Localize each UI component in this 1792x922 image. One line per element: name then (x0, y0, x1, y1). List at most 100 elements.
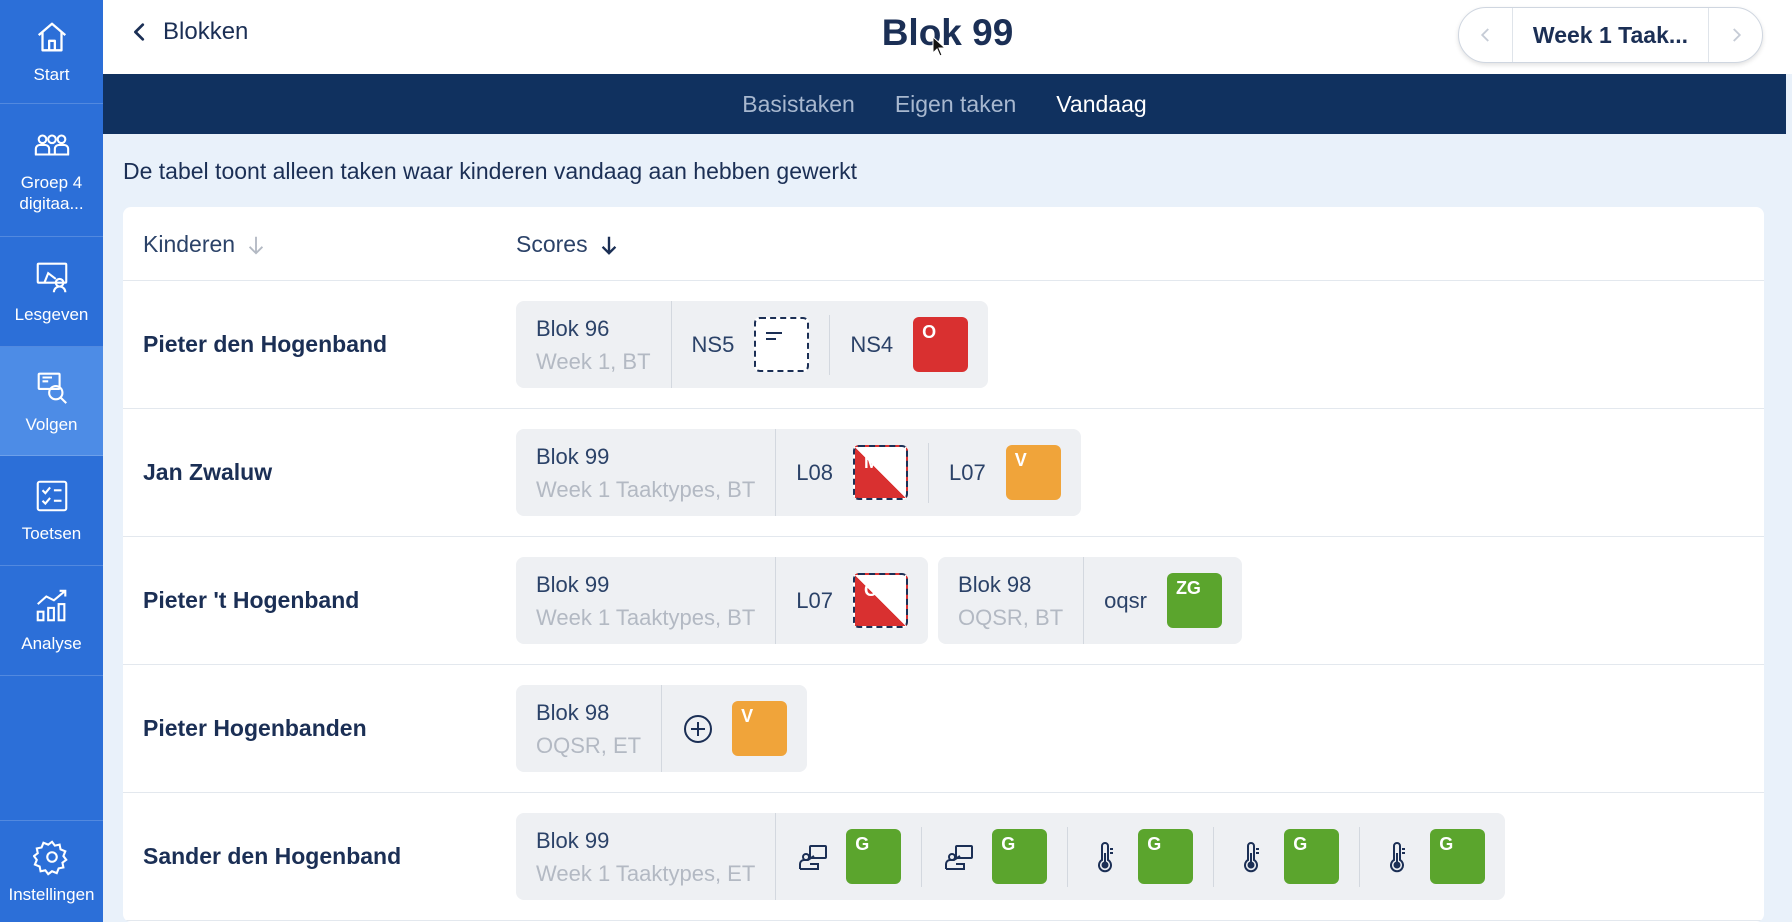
child-name[interactable]: Pieter 't Hogenband (143, 537, 359, 664)
score-group: Blok 99 Week 1 Taaktypes, ET G G G G G (516, 813, 1506, 900)
score-badge-label: G (1001, 834, 1016, 854)
home-icon (37, 22, 66, 52)
table-row: Pieter den Hogenband Blok 96 Week 1, BT NS5… (123, 281, 1764, 409)
teacher-icon (942, 840, 976, 874)
sidebar: Start Groep 4 digitaa... Lesgeven Volgen… (0, 0, 103, 922)
sidebar-item-lesgeven[interactable]: Lesgeven (0, 237, 103, 347)
table-row: Pieter Hogenbanden Blok 98 OQSR, ET V (123, 665, 1764, 793)
gear-icon (32, 840, 68, 876)
child-name[interactable]: Pieter Hogenbanden (143, 665, 367, 792)
tab-vandaag[interactable]: Vandaag (1056, 91, 1146, 118)
back-button[interactable]: Blokken (129, 18, 248, 46)
table-row: Jan Zwaluw Blok 99 Week 1 Taaktypes, BT L08… (123, 409, 1764, 537)
sidebar-item-start[interactable]: Start (0, 0, 103, 104)
score-item: NS4 O (830, 315, 988, 375)
score-badge-label: V (1014, 450, 1027, 470)
child-name[interactable]: Sander den Hogenband (143, 793, 401, 920)
week-navigator: Week 1 Taak... (1458, 7, 1763, 63)
checklist-icon (36, 480, 67, 512)
column-header-scores: Scores (516, 231, 588, 257)
teacher-icon (796, 840, 830, 874)
chevron-left-icon (1480, 28, 1489, 42)
table-row: Pieter 't Hogenband Blok 99 Week 1 Taaktyp… (123, 537, 1764, 665)
tab-eigen-taken[interactable]: Eigen taken (895, 91, 1016, 118)
block-info: Blok 99 Week 1 Taaktypes, BT (516, 429, 777, 516)
thermometer-icon (1088, 840, 1122, 874)
sidebar-settings-label: Instellingen (8, 885, 95, 904)
child-name[interactable]: Jan Zwaluw (143, 409, 272, 536)
score-badge[interactable] (754, 317, 810, 372)
table-body: Pieter den Hogenband Blok 96 Week 1, BT NS5… (123, 281, 1764, 921)
block-info: Blok 96 Week 1, BT (516, 301, 672, 388)
score-group: Blok 98 OQSR, ET V (516, 685, 808, 772)
block-subtitle: Week 1 Taaktypes, ET (536, 860, 756, 886)
score-badge[interactable]: O (853, 573, 909, 628)
score-badge-label: G (1147, 834, 1162, 854)
block-name: Blok 96 (536, 315, 610, 341)
score-groups: Blok 96 Week 1, BT NS5 NS4 O (516, 301, 989, 388)
score-groups: Blok 99 Week 1 Taaktypes, ET G G G G G (516, 813, 1506, 900)
plus-circle-icon[interactable] (682, 713, 714, 745)
sort-kinderen-button[interactable]: Kinderen (143, 231, 267, 258)
score-badge[interactable]: V (1005, 445, 1061, 500)
score-item: G (1068, 826, 1215, 887)
score-badge[interactable]: O (913, 317, 969, 372)
sidebar-item-instellingen[interactable]: Instellingen (0, 820, 103, 922)
sidebar-item-label: Analyse (21, 634, 82, 653)
score-badge-label: M (864, 452, 880, 472)
thermometer-icon (1380, 840, 1414, 874)
score-item: oqsr ZG (1084, 571, 1242, 631)
score-badge-label: G (855, 834, 870, 854)
score-badge[interactable]: G (992, 829, 1048, 884)
block-name: Blok 98 (536, 699, 610, 725)
sidebar-item-analyse[interactable]: Analyse (0, 566, 103, 676)
score-badge[interactable]: G (1138, 829, 1194, 884)
sort-scores-button[interactable]: Scores (516, 231, 620, 258)
info-text: De tabel toont alleen taken waar kindere… (123, 158, 857, 184)
sidebar-item-group[interactable]: Groep 4 digitaa... (0, 104, 103, 237)
task-code: NS4 (850, 331, 894, 357)
score-group: Blok 98 OQSR, BT oqsr ZG (938, 557, 1242, 644)
block-subtitle: OQSR, ET (536, 732, 642, 758)
score-group: Blok 99 Week 1 Taaktypes, BT L08 M L07 V (516, 429, 1081, 516)
score-item: L07 O (776, 571, 928, 631)
tab-bar: Basistaken Eigen taken Vandaag (103, 74, 1786, 134)
score-badge-label: V (741, 706, 754, 726)
block-name: Blok 98 (958, 571, 1032, 597)
block-info: Blok 98 OQSR, BT (938, 557, 1085, 644)
score-badge[interactable]: G (1284, 829, 1340, 884)
child-name[interactable]: Pieter den Hogenband (143, 281, 387, 408)
score-badge[interactable]: V (732, 701, 788, 756)
score-group: Blok 99 Week 1 Taaktypes, BT L07 O (516, 557, 929, 644)
next-week-button[interactable] (1709, 8, 1762, 62)
block-subtitle: Week 1 Taaktypes, BT (536, 604, 756, 630)
table-row: Sander den Hogenband Blok 99 Week 1 Taakty… (123, 793, 1764, 921)
tab-basistaken[interactable]: Basistaken (742, 91, 855, 118)
score-badge[interactable]: G (846, 829, 902, 884)
sidebar-item-toetsen[interactable]: Toetsen (0, 456, 103, 566)
score-item: V (662, 699, 807, 759)
chevron-left-icon (134, 23, 145, 41)
score-badge[interactable]: ZG (1166, 573, 1222, 628)
monitor-search-icon (37, 372, 67, 404)
sidebar-item-label: Toetsen (21, 524, 82, 543)
arrow-down-icon (601, 236, 616, 255)
score-item: G (1214, 826, 1361, 887)
block-name: Blok 99 (536, 571, 610, 597)
score-item: NS5 (672, 314, 831, 375)
score-badge[interactable]: M (853, 445, 909, 500)
score-item: G (922, 826, 1069, 887)
score-groups: Blok 99 Week 1 Taaktypes, BT L07 O Blok 98 OQ… (516, 557, 1242, 644)
week-selector[interactable]: Week 1 Taak... (1512, 8, 1709, 62)
table-header: Kinderen Scores (123, 207, 1764, 281)
sidebar-item-label: Volgen (25, 414, 78, 434)
previous-week-button[interactable] (1459, 8, 1512, 62)
score-badge-label: G (1293, 834, 1308, 854)
mouse-cursor-icon (932, 36, 947, 57)
sidebar-item-label: Groep 4 digitaa... (19, 173, 84, 213)
task-code: L07 (796, 587, 834, 613)
sidebar-item-volgen[interactable]: Volgen (0, 347, 103, 456)
score-groups: Blok 99 Week 1 Taaktypes, BT L08 M L07 V (516, 429, 1081, 516)
score-badge[interactable]: G (1430, 829, 1486, 884)
group-icon (34, 134, 69, 156)
